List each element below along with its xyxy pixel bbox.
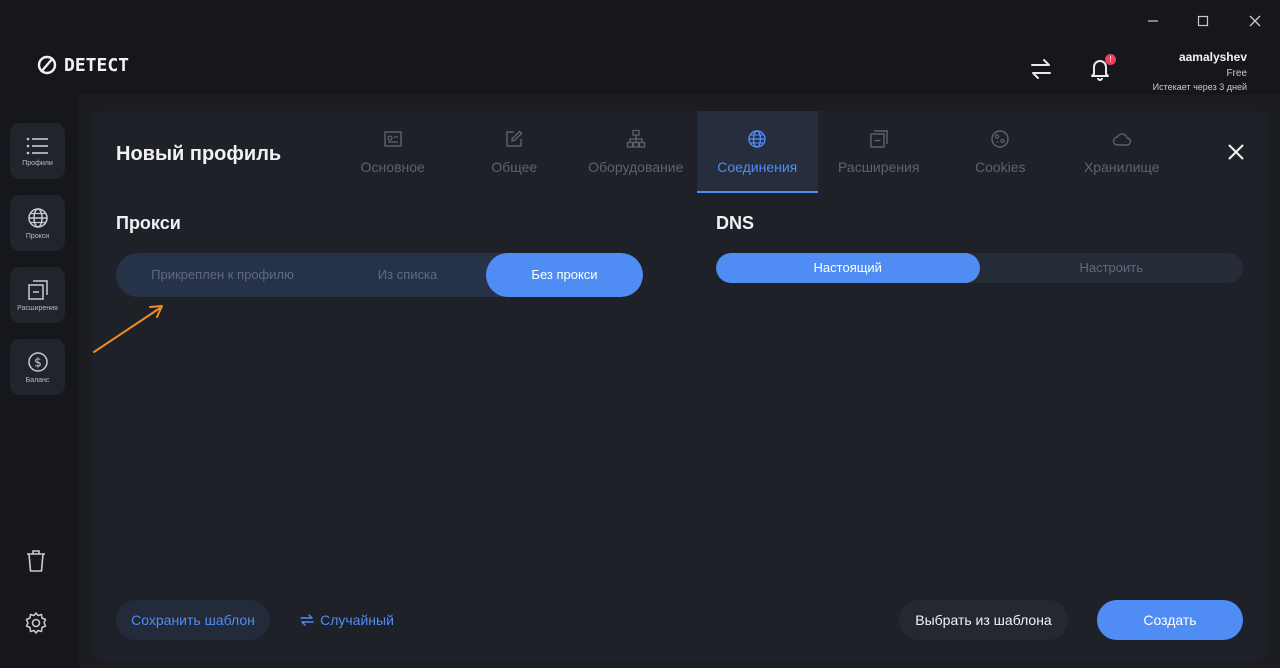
new-profile-panel xyxy=(92,111,1268,661)
tab-label: Соединения xyxy=(717,159,798,175)
sidebar-item-balance[interactable]: $ Баланс xyxy=(10,339,65,395)
extensions-icon xyxy=(870,130,888,148)
notifications-button[interactable]: ! xyxy=(1087,54,1116,82)
dns-option-custom[interactable]: Настроить xyxy=(980,253,1244,283)
tab-basic[interactable]: Основное xyxy=(332,111,454,193)
close-icon xyxy=(1228,144,1244,160)
proxy-option-attached[interactable]: Прикреплен к профилю xyxy=(116,253,329,297)
close-panel-button[interactable] xyxy=(1224,140,1248,164)
tab-label: Cookies xyxy=(974,159,1026,175)
sidebar-item-profiles[interactable]: Профили xyxy=(10,123,65,179)
proxy-option-from-list[interactable]: Из списка xyxy=(329,253,486,297)
logo-icon xyxy=(37,55,57,75)
save-template-button[interactable]: Сохранить шаблон xyxy=(116,600,270,640)
dns-section-title: DNS xyxy=(716,213,755,233)
cloud-icon xyxy=(1112,133,1131,146)
dollar-icon: $ xyxy=(27,351,48,372)
list-icon xyxy=(26,137,48,154)
svg-text:$: $ xyxy=(34,355,42,369)
trash-icon xyxy=(27,550,45,572)
tab-label: Основное xyxy=(360,159,425,175)
swap-arrows-icon xyxy=(300,614,314,626)
proxy-mode-selector: Прикреплен к профилю Из списка Без прокс… xyxy=(116,253,643,297)
tab-extensions[interactable]: Расширения xyxy=(818,111,940,193)
choose-template-button[interactable]: Выбрать из шаблона xyxy=(899,600,1068,640)
annotation-arrow xyxy=(93,305,163,353)
window-close-button[interactable] xyxy=(1243,10,1267,32)
sidebar-item-label: Прокси xyxy=(25,232,50,240)
sidebar-item-proxy[interactable]: Прокси xyxy=(10,195,65,251)
user-expiry: Истекает через 3 дней xyxy=(1152,82,1247,92)
user-plan: Free xyxy=(1226,68,1247,79)
cookie-icon xyxy=(991,130,1009,148)
app-logo: DETECT xyxy=(36,54,129,76)
tab-hardware[interactable]: Оборудование xyxy=(575,111,697,193)
tab-label: Общее xyxy=(491,159,538,175)
switch-button[interactable] xyxy=(1028,56,1054,82)
sidebar-item-extensions[interactable]: Расширения xyxy=(10,267,65,323)
tab-storage[interactable]: Хранилище xyxy=(1061,111,1183,193)
notification-badge: ! xyxy=(1105,54,1116,65)
sidebar-item-label: Расширения xyxy=(17,304,58,312)
panel-title: Новый профиль xyxy=(116,143,282,165)
hierarchy-icon xyxy=(626,129,645,148)
tab-label: Расширения xyxy=(838,159,920,175)
minimize-button[interactable] xyxy=(1141,10,1165,32)
tab-cookies[interactable]: Cookies xyxy=(940,111,1062,193)
extensions-icon xyxy=(27,279,48,300)
tab-connections[interactable]: Соединения xyxy=(696,111,818,193)
tab-general[interactable]: Общее xyxy=(454,111,576,193)
random-label: Случайный xyxy=(320,612,394,628)
minimize-icon xyxy=(1148,20,1158,22)
tab-label: Хранилище xyxy=(1083,159,1160,175)
maximize-button[interactable] xyxy=(1191,10,1215,32)
trash-button[interactable] xyxy=(22,547,50,575)
proxy-section-title: Прокси xyxy=(116,213,181,233)
maximize-icon xyxy=(1197,15,1209,27)
user-info[interactable]: aamalyshev Free Истекает через 3 дней xyxy=(1153,50,1247,92)
id-card-icon xyxy=(384,131,402,147)
edit-icon xyxy=(506,130,523,147)
swap-arrows-icon xyxy=(1031,59,1051,79)
settings-button[interactable] xyxy=(22,609,50,637)
logo-text: DETECT xyxy=(64,54,130,76)
create-button[interactable]: Создать xyxy=(1097,600,1243,640)
sidebar-item-label: Профили xyxy=(22,159,53,167)
profile-tabs: Основное Общее Оборудование Соединения Р… xyxy=(332,111,1183,193)
sidebar-item-label: Баланс xyxy=(25,376,50,384)
gear-icon xyxy=(25,612,47,634)
dns-mode-selector: Настоящий Настроить xyxy=(716,253,1243,283)
close-icon xyxy=(1249,15,1261,27)
globe-icon xyxy=(27,207,48,228)
user-name: aamalyshev xyxy=(1178,50,1247,64)
dns-option-real[interactable]: Настоящий xyxy=(716,253,980,283)
tab-label: Оборудование xyxy=(588,159,684,175)
proxy-option-none[interactable]: Без прокси xyxy=(486,253,643,297)
globe-icon xyxy=(748,130,766,148)
random-button[interactable]: Случайный xyxy=(297,600,397,640)
